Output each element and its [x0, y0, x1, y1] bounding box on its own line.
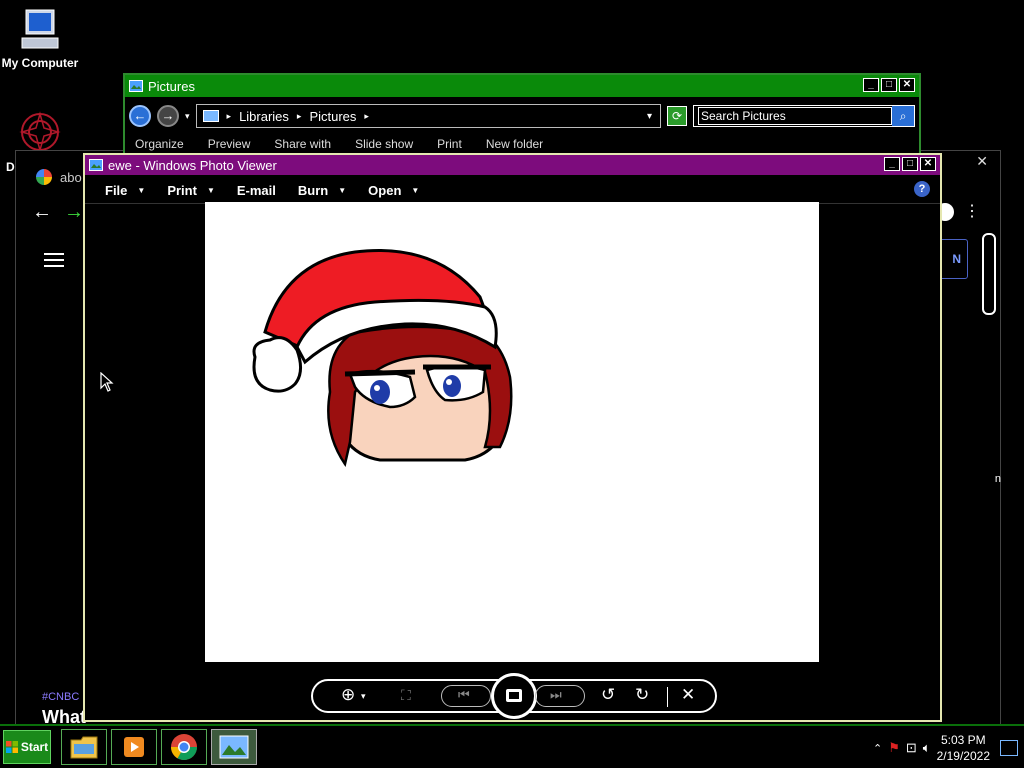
- search-input[interactable]: [698, 107, 893, 125]
- page-edge-text: n: [994, 473, 1001, 485]
- back-button[interactable]: ←: [129, 105, 151, 127]
- help-icon[interactable]: ?: [914, 181, 930, 197]
- address-dropdown-icon[interactable]: ▾: [647, 111, 652, 122]
- start-label: Start: [20, 740, 49, 754]
- organize-menu[interactable]: Organize: [135, 137, 184, 151]
- pictures-title: Pictures: [148, 78, 195, 94]
- slideshow-button[interactable]: [491, 673, 537, 719]
- desktop-icon-label-partial: D: [6, 160, 15, 174]
- menu-open-label: Open: [368, 182, 402, 198]
- previous-button[interactable]: ⏮: [441, 685, 491, 707]
- folder-picture-icon: [129, 80, 143, 92]
- recent-pages-dropdown-icon[interactable]: ▾: [185, 111, 190, 122]
- previous-icon: ⏮: [458, 687, 470, 702]
- menu-file[interactable]: File ▼: [105, 183, 145, 198]
- menu-burn-label: Burn: [297, 182, 329, 198]
- menu-print[interactable]: Print ▼: [167, 183, 215, 198]
- viewer-minimize-button[interactable]: _: [884, 157, 900, 171]
- address-bar[interactable]: ▸ Libraries ▸ Pictures ▸ ▾: [195, 104, 661, 128]
- refresh-icon[interactable]: ⟳: [667, 106, 687, 126]
- mouse-cursor-icon: [100, 372, 114, 392]
- pictures-titlebar[interactable]: Pictures _ □ ✕: [125, 75, 919, 97]
- start-button[interactable]: Start: [3, 730, 51, 764]
- menu-open[interactable]: Open ▼: [368, 183, 419, 198]
- back-arrow-icon[interactable]: ←: [32, 201, 52, 224]
- menu-print-label: Print: [167, 182, 197, 198]
- folder-icon: [70, 736, 98, 759]
- taskbar-media-player-button[interactable]: [111, 729, 157, 765]
- browser-tab[interactable]: abo: [36, 169, 82, 185]
- taskbar-photo-viewer-button[interactable]: [211, 729, 257, 765]
- close-button[interactable]: ✕: [899, 78, 915, 92]
- taskbar-explorer-button[interactable]: [61, 729, 107, 765]
- media-player-icon: [124, 737, 144, 757]
- search-icon[interactable]: ⌕: [892, 106, 914, 126]
- delete-icon[interactable]: ✕: [681, 685, 695, 705]
- next-icon: ⏭: [550, 687, 562, 702]
- viewer-title: ewe - Windows Photo Viewer: [108, 157, 277, 173]
- scrollbar[interactable]: [982, 233, 996, 315]
- forward-button[interactable]: →: [157, 105, 179, 127]
- menu-file-label: File: [105, 182, 128, 198]
- actual-size-icon[interactable]: ⛶: [401, 687, 411, 704]
- new-folder-button[interactable]: New folder: [486, 137, 543, 151]
- action-center-flag-icon[interactable]: ⚑: [888, 740, 900, 756]
- share-with-menu[interactable]: Share with: [274, 137, 331, 151]
- hamburger-menu-icon[interactable]: [44, 249, 64, 271]
- show-hidden-icons-icon[interactable]: ⌃: [873, 742, 882, 755]
- article-tag[interactable]: #CNBC: [42, 691, 79, 703]
- pictures-explorer-window[interactable]: Pictures _ □ ✕ ← → ▾ ▸ Libraries ▸ Pictu…: [123, 73, 921, 163]
- slideshow-icon: [506, 689, 522, 702]
- search-container[interactable]: ⌕: [693, 105, 915, 127]
- preview-menu[interactable]: Preview: [208, 137, 251, 151]
- viewer-controls-bar: ⊕ ▾ ⛶ ⏮ ⏭ ↺ ↻ ✕: [311, 673, 717, 719]
- rotate-clockwise-icon[interactable]: ↻: [635, 685, 649, 705]
- browser-tab-title: abo: [60, 169, 82, 185]
- chrome-icon: [170, 734, 198, 761]
- show-desktop-icon[interactable]: [1000, 740, 1018, 756]
- taskbar: Start ⌃ ⚑ ⊡ 🔈︎ 5:03 PM 2/19/2022: [0, 724, 1024, 768]
- menu-email[interactable]: E-mail: [237, 183, 276, 198]
- rotate-counterclockwise-icon[interactable]: ↺: [601, 685, 615, 705]
- my-computer-desktop-icon[interactable]: My Computer: [0, 8, 80, 70]
- menu-email-label: E-mail: [236, 182, 276, 198]
- network-icon[interactable]: ⊡: [906, 740, 917, 756]
- controls-divider: [667, 687, 668, 707]
- photo-viewer-taskbar-icon: [219, 735, 249, 759]
- anime-girl-santa-hat-drawing: [252, 248, 513, 468]
- viewer-maximize-button[interactable]: □: [902, 157, 918, 171]
- sign-in-label: N: [952, 252, 961, 266]
- library-icon: [202, 110, 219, 122]
- computer-icon: [21, 9, 59, 49]
- menu-burn[interactable]: Burn ▼: [298, 183, 346, 198]
- zoom-dropdown-icon[interactable]: ▾: [361, 691, 366, 702]
- my-computer-label: My Computer: [1, 56, 79, 70]
- system-tray: ⌃ ⚑ ⊡ 🔈︎ 5:03 PM 2/19/2022: [873, 728, 1024, 768]
- google-icon: [36, 169, 52, 185]
- minimize-button[interactable]: _: [863, 78, 879, 92]
- volume-icon[interactable]: 🔈︎: [923, 740, 931, 756]
- next-button[interactable]: ⏭: [535, 685, 585, 707]
- maximize-button[interactable]: □: [881, 78, 897, 92]
- slide-show-button[interactable]: Slide show: [355, 137, 413, 151]
- image-canvas: [205, 202, 819, 662]
- photo-viewer-window[interactable]: ewe - Windows Photo Viewer _ □ ✕ File ▼ P…: [83, 153, 942, 722]
- viewer-titlebar[interactable]: ewe - Windows Photo Viewer _ □ ✕: [85, 155, 940, 175]
- browser-close-icon[interactable]: ✕: [976, 153, 988, 170]
- star-emblem-icon: [19, 111, 61, 153]
- windows-logo-icon: [5, 741, 18, 753]
- clock-date: 2/19/2022: [936, 749, 990, 763]
- forward-arrow-icon[interactable]: →: [64, 201, 84, 224]
- clock[interactable]: 5:03 PM 2/19/2022: [937, 732, 990, 764]
- print-button[interactable]: Print: [437, 137, 462, 151]
- breadcrumb-pictures[interactable]: Pictures: [309, 109, 356, 124]
- more-menu-icon[interactable]: ⋮: [964, 201, 980, 221]
- clock-time: 5:03 PM: [940, 733, 986, 747]
- taskbar-chrome-button[interactable]: [161, 729, 207, 765]
- viewer-close-button[interactable]: ✕: [920, 157, 936, 171]
- zoom-icon[interactable]: ⊕: [341, 685, 355, 705]
- photo-viewer-icon: [89, 159, 103, 171]
- breadcrumb-libraries[interactable]: Libraries: [239, 109, 289, 124]
